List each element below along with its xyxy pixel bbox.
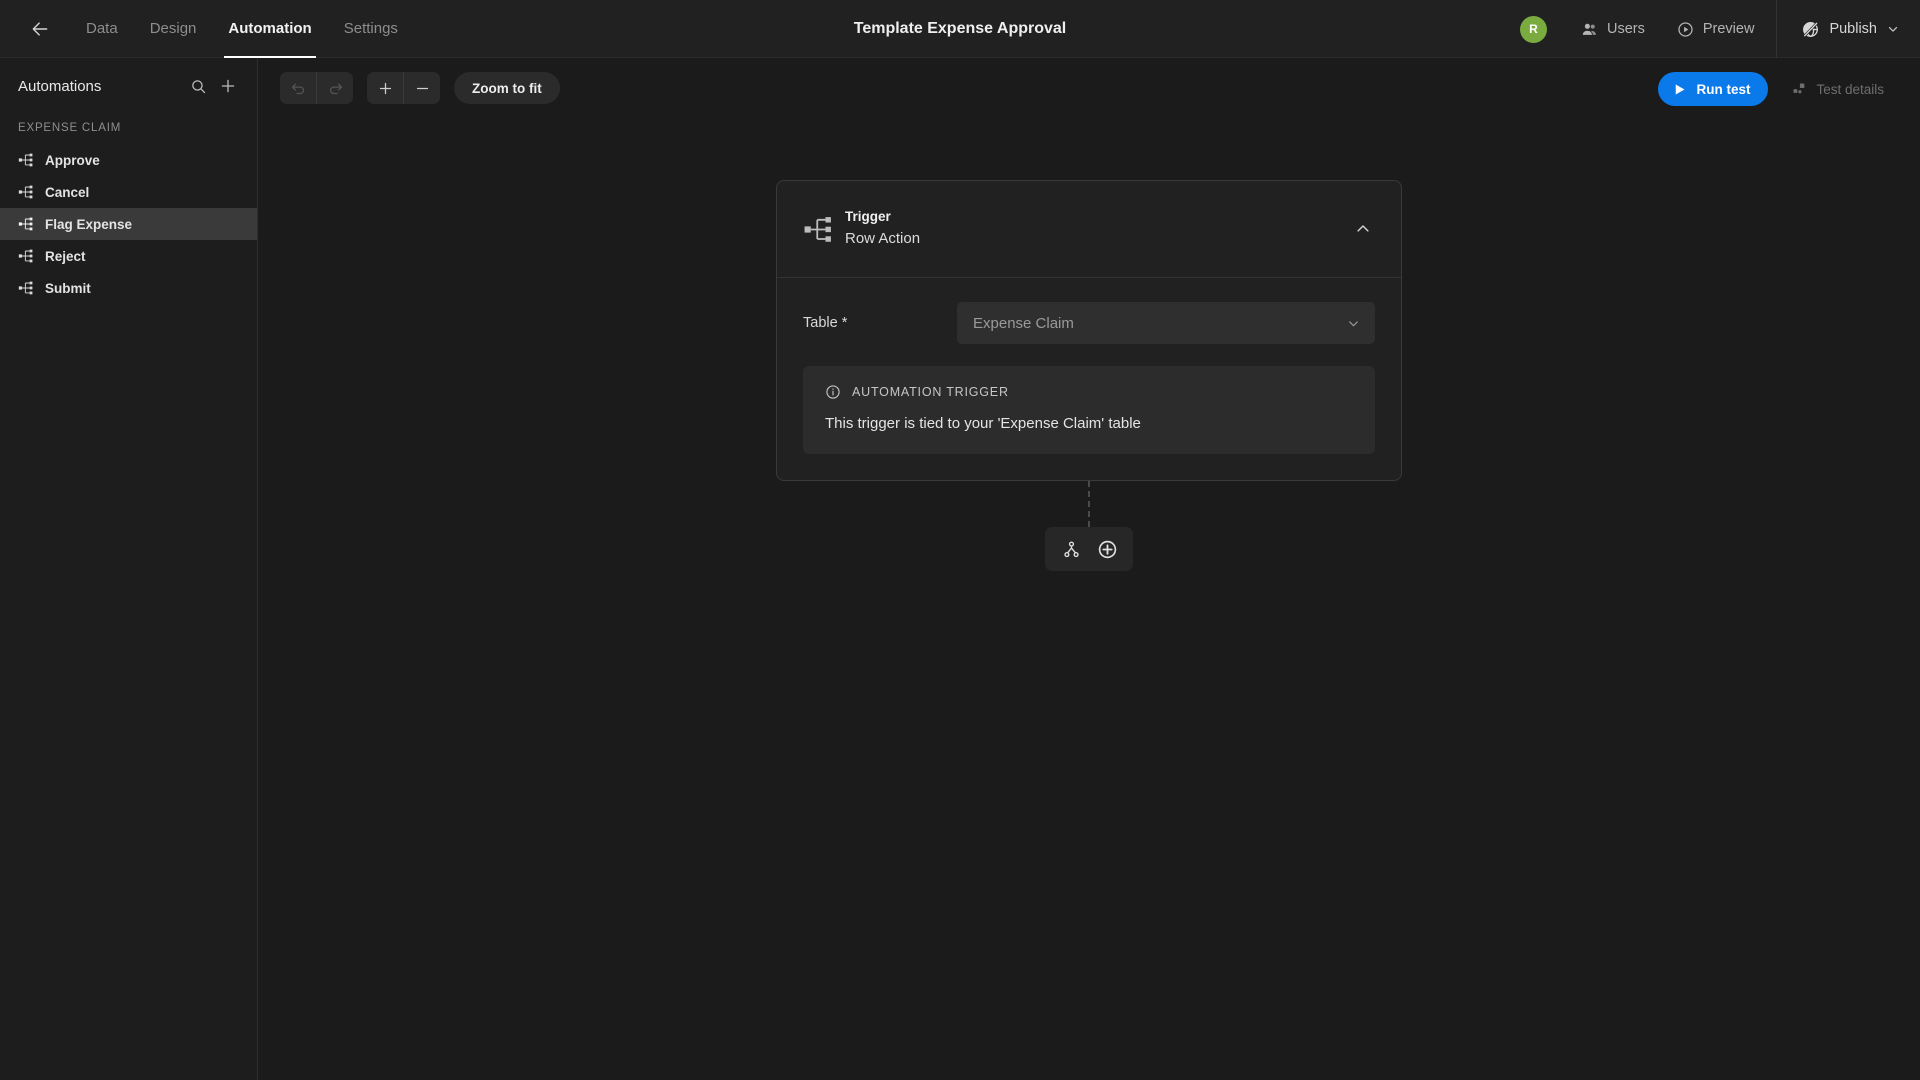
automation-trigger-callout: AUTOMATION TRIGGER This trigger is tied …	[803, 366, 1375, 454]
undo-button[interactable]	[280, 72, 316, 104]
sidebar-item-label: Flag Expense	[45, 216, 133, 232]
trigger-node-kicker: Trigger	[845, 209, 891, 225]
tab-data-label: Data	[86, 20, 118, 37]
plus-icon	[221, 79, 235, 93]
avatar[interactable]: R	[1519, 15, 1547, 43]
flow-branch-bar	[1045, 527, 1133, 571]
zoom-button-group	[367, 72, 440, 104]
users-label: Users	[1606, 21, 1645, 37]
tab-design[interactable]: Design	[134, 0, 213, 58]
plus-circle-icon	[1098, 540, 1116, 558]
callout-body: This trigger is tied to your 'Expense Cl…	[825, 415, 1141, 432]
play-circle-icon	[1678, 21, 1693, 37]
trigger-node-body: Table * Expense Claim AUTOMATION TRIGGER…	[777, 278, 1401, 480]
tab-automation[interactable]: Automation	[212, 0, 327, 58]
redo-icon	[329, 83, 342, 94]
chevron-up-icon	[1357, 225, 1369, 232]
trigger-node-card[interactable]: Trigger Row Action Table * Expense Claim	[776, 180, 1402, 481]
users-button[interactable]: Users	[1565, 0, 1661, 58]
plus-icon	[379, 82, 391, 94]
sidebar-item-label: Submit	[45, 280, 91, 296]
sidebar-search-button[interactable]	[183, 71, 213, 101]
automation-canvas[interactable]: Zoom to fit Run test Test details Trigge…	[258, 58, 1920, 1080]
redo-button[interactable]	[317, 72, 353, 104]
workflow-icon	[18, 185, 33, 199]
main-nav-tabs: Data Design Automation Settings	[70, 0, 414, 58]
table-field-label: Table *	[803, 315, 848, 331]
sidebar-header: Automations	[0, 58, 257, 114]
run-test-label: Run test	[1696, 81, 1751, 97]
workflow-icon	[804, 216, 831, 242]
sidebar-item-cancel[interactable]: Cancel	[0, 176, 257, 208]
search-icon	[191, 79, 205, 93]
trigger-node-header[interactable]: Trigger Row Action	[777, 181, 1401, 278]
sidebar-item-label: Reject	[45, 248, 86, 264]
publish-button[interactable]: Publish	[1783, 0, 1920, 58]
test-details-button[interactable]: Test details	[1780, 72, 1896, 106]
zoom-in-button[interactable]	[367, 72, 403, 104]
zoom-out-button[interactable]	[404, 72, 440, 104]
canvas-toolbar-right: Run test Test details	[1658, 72, 1896, 106]
sidebar-item-submit[interactable]: Submit	[0, 272, 257, 304]
flow-container: Trigger Row Action Table * Expense Claim	[258, 180, 1920, 571]
sidebar-title: Automations	[18, 77, 102, 95]
tab-data[interactable]: Data	[70, 0, 134, 58]
workflow-icon	[18, 249, 33, 263]
tab-settings[interactable]: Settings	[328, 0, 414, 58]
trigger-node-collapse-button[interactable]	[1349, 215, 1377, 243]
top-header-actions: R Users Preview Publish	[1519, 0, 1920, 58]
tab-settings-label: Settings	[343, 20, 398, 37]
trigger-node-subtitle: Row Action	[845, 230, 921, 248]
globe-slash-icon	[1803, 21, 1819, 37]
sidebar-item-label: Cancel	[45, 184, 90, 200]
blocks-icon	[1793, 83, 1805, 93]
automations-sidebar: Automations EXPENSE CLAIM Approve Cancel…	[0, 58, 258, 1080]
header-divider	[1776, 0, 1778, 58]
callout-title: AUTOMATION TRIGGER	[852, 385, 1009, 399]
add-branch-button[interactable]	[1056, 534, 1086, 564]
minus-icon	[416, 87, 428, 89]
undo-icon	[291, 83, 304, 94]
workflow-icon	[18, 153, 33, 167]
sidebar-item-label: Approve	[45, 152, 100, 168]
tab-design-label: Design	[149, 20, 197, 37]
table-select-value: Expense Claim	[973, 314, 1074, 332]
table-field-row: Table * Expense Claim	[803, 302, 1375, 344]
table-select[interactable]: Expense Claim	[957, 302, 1375, 344]
chevron-down-icon	[1349, 320, 1358, 326]
preview-label: Preview	[1702, 21, 1755, 37]
canvas-toolbar: Zoom to fit	[280, 72, 560, 104]
top-header-bar: Data Design Automation Settings Template…	[0, 0, 1920, 58]
run-test-button[interactable]: Run test	[1658, 72, 1769, 106]
zoom-to-fit-label: Zoom to fit	[472, 80, 542, 96]
tab-automation-label: Automation	[228, 20, 312, 37]
sidebar-item-flag-expense[interactable]: Flag Expense	[0, 208, 257, 240]
users-icon	[1582, 23, 1596, 35]
arrow-left-icon	[32, 21, 48, 36]
preview-button[interactable]: Preview	[1661, 0, 1771, 58]
flow-connector-line	[1088, 481, 1090, 527]
publish-label: Publish	[1829, 21, 1877, 37]
back-button[interactable]	[18, 7, 62, 51]
play-icon	[1676, 84, 1685, 94]
sidebar-add-automation-button[interactable]	[213, 71, 243, 101]
add-step-button[interactable]	[1092, 534, 1122, 564]
info-circle-icon	[826, 385, 840, 399]
sidebar-group-label: EXPENSE CLAIM	[18, 122, 122, 134]
test-details-label: Test details	[1816, 81, 1884, 97]
callout-header: AUTOMATION TRIGGER	[825, 384, 1353, 400]
sidebar-item-approve[interactable]: Approve	[0, 144, 257, 176]
zoom-to-fit-button[interactable]: Zoom to fit	[454, 72, 560, 104]
sidebar-item-reject[interactable]: Reject	[0, 240, 257, 272]
branch-icon	[1063, 541, 1079, 557]
trigger-node-text: Trigger Row Action	[845, 207, 1349, 250]
history-button-group	[280, 72, 353, 104]
workflow-icon	[18, 217, 33, 231]
trigger-node-icon-wrap	[803, 214, 837, 245]
workflow-icon	[18, 281, 33, 295]
chevron-down-icon	[1888, 26, 1898, 32]
